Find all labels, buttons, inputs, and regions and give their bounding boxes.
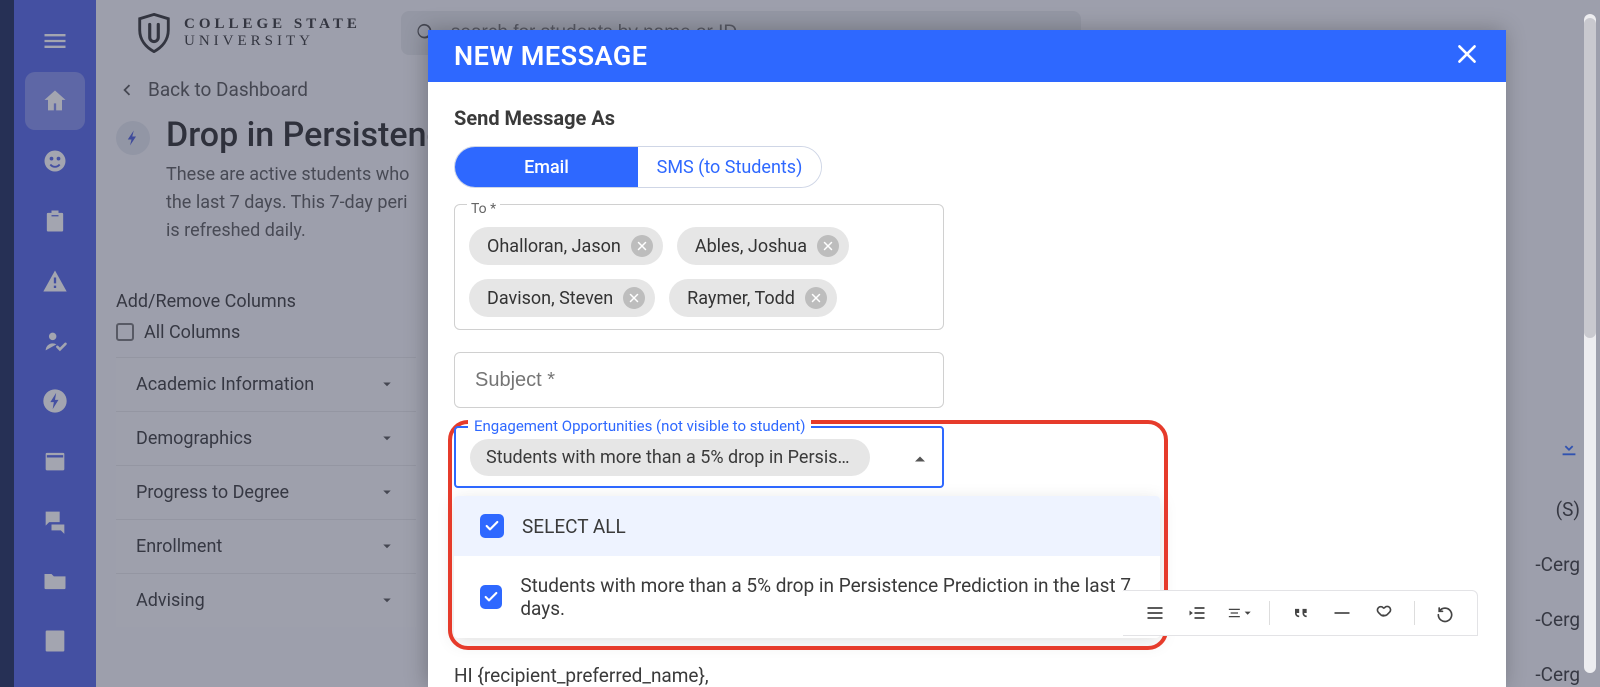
to-field[interactable]: To * Ohalloran, Jason Ables, Joshua Davi… — [454, 204, 944, 330]
new-message-modal: NEW MESSAGE Send Message As Email SMS (t… — [428, 30, 1506, 687]
caret-up-icon — [914, 448, 926, 467]
close-icon — [1454, 41, 1480, 67]
tab-sms[interactable]: SMS (to Students) — [638, 147, 821, 187]
toolbar-separator — [1414, 601, 1415, 625]
modal-close-button[interactable] — [1454, 41, 1480, 71]
tb-quote[interactable] — [1288, 601, 1312, 625]
tb-undo[interactable] — [1433, 601, 1457, 625]
subject-input[interactable] — [473, 368, 925, 393]
recipient-chip: Raymer, Todd — [669, 279, 837, 317]
recipient-chip: Davison, Steven — [469, 279, 655, 317]
tb-hr[interactable] — [1330, 601, 1354, 625]
editor-toolbar — [1123, 590, 1478, 636]
engagement-selected-chip: Students with more than a 5% drop in Per… — [470, 439, 870, 476]
remove-chip-button[interactable] — [817, 235, 839, 257]
toolbar-separator — [1269, 601, 1270, 625]
close-icon — [810, 292, 822, 304]
to-label: To * — [467, 201, 500, 217]
tb-link[interactable] — [1372, 601, 1396, 625]
chevron-down-icon — [1244, 610, 1251, 617]
recipient-chip: Ables, Joshua — [677, 227, 849, 265]
remove-chip-button[interactable] — [631, 235, 653, 257]
remove-chip-button[interactable] — [805, 287, 827, 309]
engagement-dropdown: SELECT ALL Students with more than a 5% … — [454, 496, 1160, 638]
subject-field[interactable] — [454, 352, 944, 408]
scrollbar-thumb[interactable] — [1584, 18, 1596, 338]
modal-body: Send Message As Email SMS (to Students) … — [428, 82, 1506, 687]
message-body-text[interactable]: HI {recipient_preferred_name}, — [454, 664, 1480, 687]
close-icon — [628, 292, 640, 304]
close-icon — [636, 240, 648, 252]
tb-outdent[interactable] — [1185, 601, 1209, 625]
tb-align[interactable] — [1227, 601, 1251, 625]
dropdown-option-select-all[interactable]: SELECT ALL — [454, 496, 1160, 556]
dropdown-option-persistence-drop[interactable]: Students with more than a 5% drop in Per… — [454, 556, 1160, 638]
tb-list-indent[interactable] — [1143, 601, 1167, 625]
send-as-label: Send Message As — [454, 106, 1480, 130]
checkbox-checked-icon — [480, 514, 504, 538]
remove-chip-button[interactable] — [623, 287, 645, 309]
tab-email[interactable]: Email — [455, 147, 638, 187]
recipient-chips: Ohalloran, Jason Ables, Joshua Davison, … — [469, 227, 929, 317]
send-as-toggle: Email SMS (to Students) — [454, 146, 822, 188]
engagement-opportunities-select[interactable]: Engagement Opportunities (not visible to… — [454, 426, 944, 488]
modal-header: NEW MESSAGE — [428, 30, 1506, 82]
recipient-chip: Ohalloran, Jason — [469, 227, 663, 265]
page-scrollbar[interactable] — [1584, 14, 1596, 673]
modal-title: NEW MESSAGE — [454, 40, 648, 72]
checkbox-checked-icon — [480, 585, 502, 609]
engagement-label: Engagement Opportunities (not visible to… — [468, 417, 811, 435]
close-icon — [822, 240, 834, 252]
